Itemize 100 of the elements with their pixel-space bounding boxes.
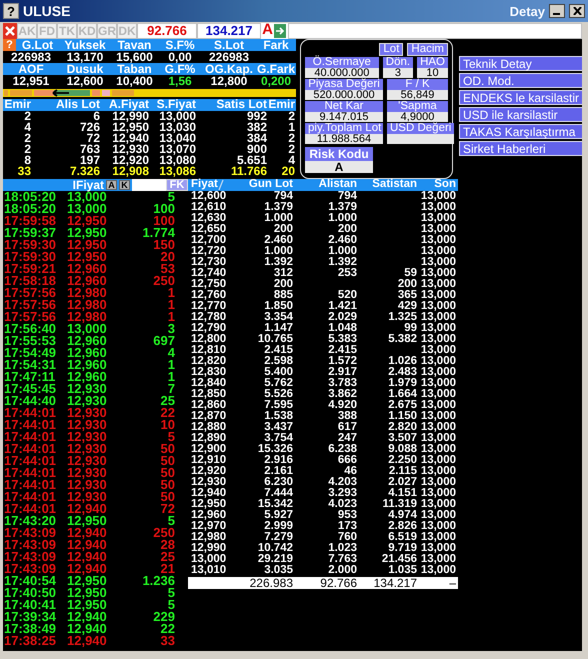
- table-cell-text: 1.572: [327, 356, 357, 367]
- close-button[interactable]: [569, 4, 585, 18]
- total-cell-text: 12,908: [111, 166, 149, 177]
- table-cell-text: 11.319: [381, 499, 417, 510]
- table-cell-text: 12,880: [190, 422, 228, 433]
- table-cell-text: 760: [336, 532, 357, 543]
- table-cell-text: 1.392: [327, 257, 357, 268]
- table-cell-text: 22: [160, 407, 175, 419]
- filter-field[interactable]: [132, 179, 166, 191]
- table-cell-text: 13,080: [158, 155, 196, 166]
- sort-button[interactable]: K: [119, 180, 130, 190]
- action-button[interactable]: Teknik Detay: [459, 56, 582, 71]
- table-cell-text: 13,000: [420, 246, 456, 257]
- sort-button[interactable]: A: [106, 180, 117, 190]
- action-button[interactable]: USD ile karsilastir: [459, 107, 582, 122]
- table-cell-text: 2.483: [387, 367, 417, 378]
- table-cell-text: 3.783: [327, 378, 357, 389]
- column-header: Fiyat: [191, 179, 218, 191]
- column-header: Tavan: [116, 39, 152, 51]
- table-cell-text: 13,000: [420, 422, 456, 433]
- input-field[interactable]: [288, 23, 582, 39]
- table-cell-text: 18:05:20: [3, 191, 58, 203]
- stat-value: 11.988.564: [305, 134, 383, 144]
- close-icon: [572, 7, 582, 15]
- toggle-button[interactable]: Hacim: [407, 43, 448, 56]
- table-cell-text: 4.203: [327, 477, 357, 488]
- table-cell-text: 1.379: [327, 202, 357, 213]
- column-header: S.Fiyat: [156, 99, 196, 111]
- table-cell-text: 2.916: [263, 455, 293, 466]
- table-cell-text: 17:55:53: [3, 335, 58, 347]
- table-cell-text: 13,040: [158, 133, 196, 144]
- table-cell-text: 12,790: [190, 323, 228, 334]
- table-cell-text: 1: [168, 287, 175, 299]
- column-header: IFiyat: [72, 179, 104, 191]
- stat-label: USD Değeri: [387, 123, 454, 134]
- column-header: Dusuk: [66, 63, 104, 75]
- alert-button[interactable]: A: [261, 23, 274, 39]
- stat-value: 40.000.000: [305, 68, 379, 78]
- table-cell-text: 17:44:01: [3, 467, 58, 479]
- help-button[interactable]: ?: [3, 39, 16, 51]
- filter-button[interactable]: FK: [166, 179, 188, 191]
- table-cell-text: 12,730: [190, 257, 228, 268]
- toggle-button[interactable]: Lot: [379, 43, 404, 56]
- table-cell-text: 1.026: [387, 356, 417, 367]
- table-cell-text: 100: [152, 215, 175, 227]
- table-cell-text: 5.526: [263, 389, 293, 400]
- table-cell-text: 17:44:01: [3, 491, 58, 503]
- table-cell-text: 13,000: [159, 111, 196, 122]
- stat-label: Dön.: [382, 57, 414, 68]
- table-cell-text: 12,950: [111, 122, 149, 133]
- table-cell-text: 5: [168, 191, 175, 203]
- table-cell-text: 1.236: [141, 575, 175, 587]
- table-cell-text: 1: [166, 359, 175, 371]
- table-cell-text: 726: [78, 122, 100, 133]
- table-cell-text: 12,980: [67, 287, 108, 299]
- table-cell-text: 1.000: [263, 213, 293, 224]
- table-cell-text: 12,940: [67, 611, 108, 623]
- action-button[interactable]: OD. Mod.: [459, 73, 582, 88]
- table-cell-text: 5: [168, 599, 175, 611]
- table-cell-text: 12,940: [67, 635, 108, 647]
- table-cell-text: 3.862: [327, 389, 357, 400]
- minimize-button[interactable]: [549, 4, 565, 18]
- table-cell-text: 17:43:09: [3, 551, 58, 563]
- table-cell-text: 9.719: [387, 543, 417, 554]
- table-cell-text: 12,700: [190, 235, 228, 246]
- table-cell-text: 17:47:11: [3, 371, 56, 383]
- table-cell-text: 1: [166, 371, 175, 383]
- table-cell-text: 1: [166, 299, 175, 311]
- table-cell-text: 21: [160, 563, 175, 575]
- column-header: Son: [433, 179, 456, 191]
- table-cell-text: 2.460: [263, 235, 293, 246]
- table-cell-text: 3.437: [263, 422, 293, 433]
- table-cell-text: 992: [246, 111, 267, 122]
- table-cell-text: 72: [86, 133, 100, 144]
- table-cell-text: 900: [246, 144, 267, 155]
- action-button[interactable]: TAKAS Karşılaştırma: [459, 124, 582, 139]
- table-cell-text: 12,980: [190, 532, 228, 543]
- action-button[interactable]: ENDEKS le karsilastir: [459, 90, 582, 105]
- stat-value: 10: [417, 68, 448, 78]
- table-cell-text: 312: [272, 268, 293, 279]
- table-cell-text: 17:58:18: [3, 275, 58, 287]
- arrow-icon[interactable]: [274, 24, 286, 38]
- table-cell-text: 200: [336, 224, 357, 235]
- table-cell-text: 13,000: [420, 334, 456, 345]
- help-button[interactable]: ?: [3, 3, 19, 19]
- table-cell-text: 13,000: [420, 510, 456, 521]
- table-cell-text: 13,000: [420, 345, 456, 356]
- table-cell-text: 12,910: [190, 455, 228, 466]
- table-cell-text: 12,860: [190, 400, 228, 411]
- action-button[interactable]: Sirket Haberleri: [459, 141, 582, 156]
- table-cell-text: 2: [23, 111, 31, 122]
- table-cell-text: 12,990: [112, 111, 149, 122]
- quote-value: 1,56: [167, 75, 193, 87]
- table-cell-text: 13,000: [420, 554, 456, 565]
- total-cell-text: –: [448, 577, 456, 589]
- table-cell-text: 17:57:56: [3, 287, 58, 299]
- table-cell-text: 13,000: [420, 378, 456, 389]
- table-cell-text: 1.850: [263, 301, 293, 312]
- table-cell-text: 1.379: [263, 202, 293, 213]
- table-cell-text: 3.754: [263, 433, 293, 444]
